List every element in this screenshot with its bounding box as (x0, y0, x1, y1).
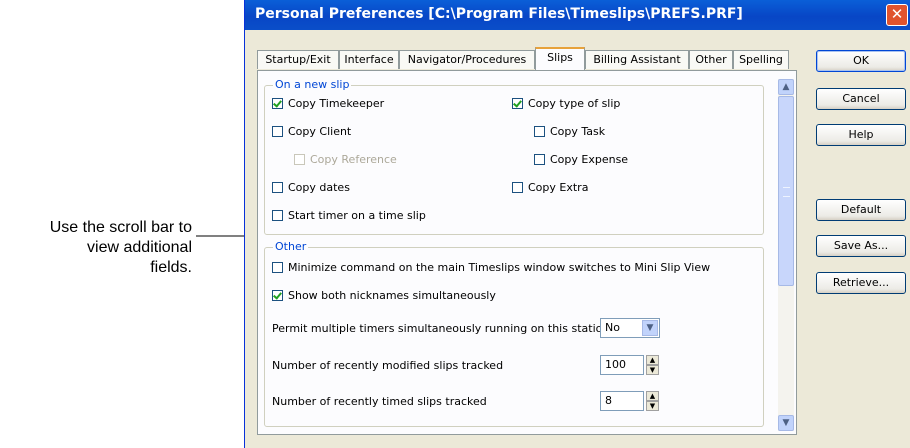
slips-tab-panel: On a new slip Copy Timekeeper Copy Clien… (257, 70, 797, 435)
grip-icon (783, 187, 790, 197)
spin-up-icon[interactable]: ▲ (646, 391, 659, 401)
scroll-down-icon[interactable]: ▼ (778, 415, 794, 431)
permit-timers-select[interactable]: No ▼ (600, 318, 660, 338)
default-button[interactable]: Default (816, 199, 906, 221)
copy-reference-checkbox[interactable]: Copy Reference (294, 153, 397, 169)
recent-timed-input[interactable]: 8 (600, 391, 644, 411)
copy-expense-checkbox[interactable]: Copy Expense (534, 153, 628, 169)
retrieve-button[interactable]: Retrieve... (816, 272, 906, 294)
select-value: No (605, 321, 620, 334)
spin-down-icon[interactable]: ▼ (646, 401, 659, 411)
tab-startup-exit[interactable]: Startup/Exit (257, 50, 339, 69)
checkbox-label: Copy Task (550, 125, 606, 138)
vertical-scrollbar[interactable]: ▲ ▼ (778, 79, 794, 431)
cancel-button[interactable]: Cancel (816, 88, 906, 110)
tab-spelling[interactable]: Spelling (733, 50, 789, 69)
checkbox-box[interactable] (512, 98, 523, 109)
checkbox-label: Copy dates (288, 181, 350, 194)
checkbox-box[interactable] (272, 126, 283, 137)
checkbox-box[interactable] (272, 182, 283, 193)
checkbox-box[interactable] (272, 290, 283, 301)
copy-dates-checkbox[interactable]: Copy dates (272, 181, 350, 197)
new-slip-group-label: On a new slip (273, 78, 352, 91)
checkbox-label: Copy type of slip (528, 97, 621, 110)
copy-extra-checkbox[interactable]: Copy Extra (512, 181, 588, 197)
preferences-dialog: Personal Preferences [C:\Program Files\T… (244, 0, 910, 448)
checkbox-box[interactable] (294, 154, 305, 165)
checkbox-label: Copy Client (288, 125, 352, 138)
copy-timekeeper-checkbox[interactable]: Copy Timekeeper (272, 97, 384, 113)
chevron-down-icon[interactable]: ▼ (642, 320, 658, 336)
checkbox-box[interactable] (272, 210, 283, 221)
checkbox-label: Start timer on a time slip (288, 209, 426, 222)
close-button[interactable]: ✕ (886, 4, 908, 26)
tab-billing-assistant[interactable]: Billing Assistant (585, 50, 689, 69)
checkbox-label: Copy Reference (310, 153, 397, 166)
title-bar[interactable]: Personal Preferences [C:\Program Files\T… (245, 0, 910, 30)
help-button[interactable]: Help (816, 124, 906, 146)
checkbox-label: Copy Timekeeper (288, 97, 385, 110)
checkbox-box[interactable] (534, 126, 545, 137)
annotation-line-3: fields. (150, 259, 192, 276)
tab-slips[interactable]: Slips (535, 47, 585, 70)
recent-modified-label: Number of recently modified slips tracke… (272, 359, 504, 372)
recent-modified-input[interactable]: 100 (600, 355, 644, 375)
checkbox-box[interactable] (512, 182, 523, 193)
annotation-line-1: Use the scroll bar to (49, 219, 192, 236)
spin-down-icon[interactable]: ▼ (646, 365, 659, 375)
recent-timed-label: Number of recently timed slips tracked (272, 395, 487, 408)
checkbox-label: Minimize command on the main Timeslips w… (288, 261, 711, 274)
scroll-up-icon[interactable]: ▲ (778, 79, 794, 95)
close-icon: ✕ (890, 5, 904, 23)
checkbox-box[interactable] (272, 262, 283, 273)
copy-task-checkbox[interactable]: Copy Task (534, 125, 605, 141)
input-value: 100 (605, 358, 626, 371)
tab-other[interactable]: Other (689, 50, 733, 69)
checkbox-label: Copy Extra (528, 181, 589, 194)
tab-interface[interactable]: Interface (339, 50, 399, 69)
checkbox-box[interactable] (272, 98, 283, 109)
recent-timed-spinner[interactable]: ▲ ▼ (646, 391, 659, 411)
scrollbar-thumb[interactable] (778, 96, 794, 286)
other-group-label: Other (273, 240, 309, 253)
save-as-button[interactable]: Save As... (816, 235, 906, 257)
start-timer-checkbox[interactable]: Start timer on a time slip (272, 209, 426, 225)
scrollbar-annotation: Use the scroll bar to view additional fi… (0, 218, 192, 278)
show-nicknames-checkbox[interactable]: Show both nicknames simultaneously (272, 289, 496, 305)
ok-button[interactable]: OK (816, 50, 906, 72)
recent-modified-spinner[interactable]: ▲ ▼ (646, 355, 659, 375)
tab-navigator-procedures[interactable]: Navigator/Procedures (399, 50, 535, 69)
copy-type-of-slip-checkbox[interactable]: Copy type of slip (512, 97, 620, 113)
checkbox-box[interactable] (534, 154, 545, 165)
input-value: 8 (605, 394, 612, 407)
permit-timers-label: Permit multiple timers simultaneously ru… (272, 322, 610, 335)
copy-client-checkbox[interactable]: Copy Client (272, 125, 351, 141)
spin-up-icon[interactable]: ▲ (646, 355, 659, 365)
annotation-line-2: view additional (87, 239, 192, 256)
checkbox-label: Copy Expense (550, 153, 629, 166)
checkbox-label: Show both nicknames simultaneously (288, 289, 496, 302)
minimize-mini-slip-checkbox[interactable]: Minimize command on the main Timeslips w… (272, 261, 710, 277)
window-title: Personal Preferences [C:\Program Files\T… (255, 6, 743, 22)
